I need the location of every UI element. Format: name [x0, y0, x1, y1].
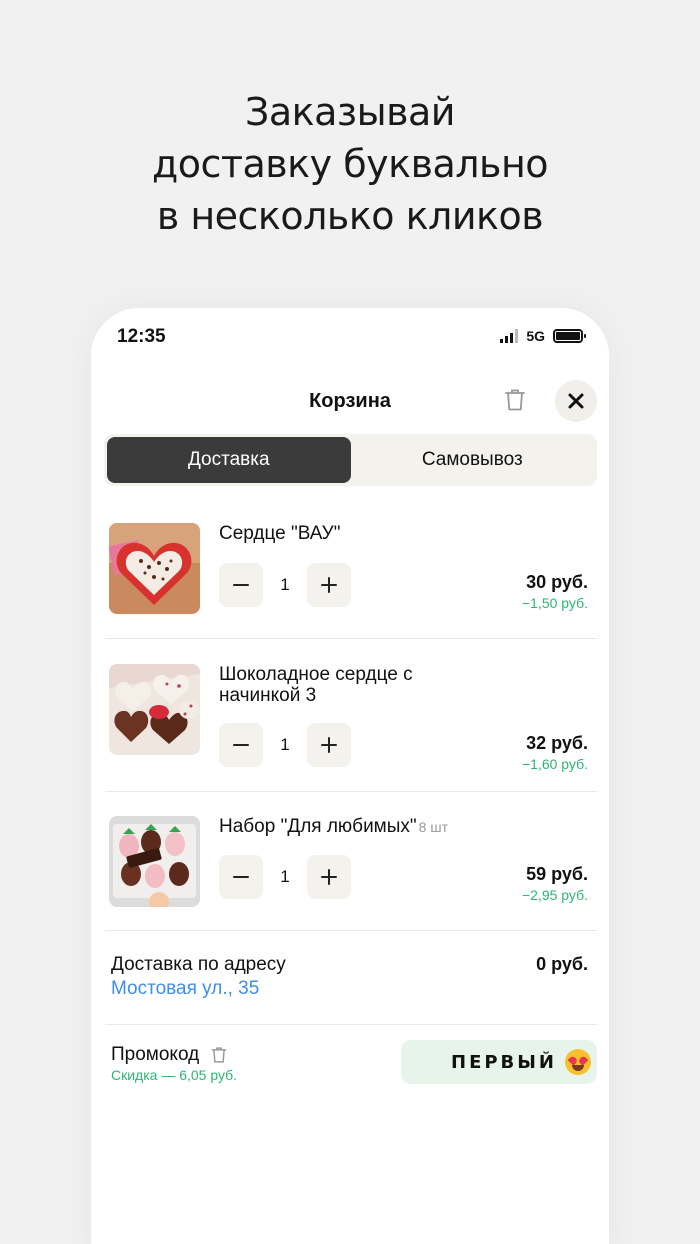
quantity-value: 1 — [280, 735, 290, 754]
pack-size: 8 шт — [418, 819, 448, 835]
status-time: 12:35 — [117, 326, 166, 347]
page-title: Корзина — [309, 390, 391, 412]
item-discount: −1,60 руб. — [521, 756, 588, 772]
decrease-button[interactable] — [219, 563, 263, 607]
item-price: 32 руб. — [526, 733, 588, 753]
decrease-button[interactable] — [219, 855, 263, 899]
increase-button[interactable] — [307, 855, 351, 899]
item-price: 30 руб. — [526, 572, 588, 592]
delivery-label: Доставка по адресу — [111, 954, 286, 975]
minus-icon — [233, 744, 249, 746]
close-button[interactable] — [555, 380, 597, 422]
price-block: 59 руб. −2,95 руб. — [522, 864, 588, 903]
tab-delivery[interactable]: Доставка — [107, 437, 351, 483]
increase-button[interactable] — [307, 563, 351, 607]
product-name: Шоколадное сердце с начинкой 3 — [219, 664, 413, 706]
trash-icon — [505, 389, 525, 411]
network-type: 5G — [526, 328, 545, 344]
cart-item: Шоколадное сердце с начинкой 3 1 32 руб.… — [109, 664, 598, 772]
promo-label-group: Промокод — [111, 1044, 227, 1066]
divider — [105, 791, 597, 792]
price-block: 30 руб. −1,50 руб. — [522, 572, 588, 611]
product-name: Набор "Для любимых" 8 шт — [219, 816, 448, 837]
promo-code: ПЕРВЫЙ — [451, 1051, 557, 1073]
increase-button[interactable] — [307, 723, 351, 767]
status-bar: 12:35 5G — [117, 326, 586, 350]
product-name: Сердце "ВАУ" — [219, 523, 341, 544]
clear-cart-button[interactable] — [499, 384, 531, 416]
minus-icon — [233, 876, 249, 878]
promo-row: Промокод Скидка — 6,05 руб. ПЕРВЫЙ — [111, 1040, 597, 1086]
phone-screen: 12:35 5G Корзина Доставка Самовывоз Серд… — [91, 308, 609, 1244]
item-discount: −1,50 руб. — [521, 595, 588, 611]
close-icon — [568, 393, 584, 409]
status-icons: 5G — [500, 328, 586, 344]
quantity-value: 1 — [280, 867, 290, 886]
battery-icon — [553, 329, 586, 343]
headline-line-3: в несколько кликов — [156, 194, 544, 238]
plus-icon — [321, 577, 337, 593]
item-discount: −2,95 руб. — [521, 887, 588, 903]
cart-item: Сердце "ВАУ" 1 30 руб. −1,50 руб. — [109, 523, 598, 615]
product-image — [109, 664, 200, 755]
delivery-row: Доставка по адресу Мостовая ул., 35 0 ру… — [111, 954, 588, 1000]
item-price: 59 руб. — [526, 864, 588, 884]
heart-eyes-emoji-icon — [565, 1049, 591, 1075]
promo-discount: Скидка — 6,05 руб. — [111, 1067, 238, 1083]
delivery-amount: 0 руб. — [536, 954, 588, 974]
cart-item: Набор "Для любимых" 8 шт 1 59 руб. −2,95 … — [109, 816, 598, 908]
divider — [105, 930, 597, 931]
quantity-value: 1 — [280, 575, 290, 594]
tab-pickup[interactable]: Самовывоз — [351, 437, 595, 483]
delivery-address-link[interactable]: Мостовая ул., 35 — [111, 978, 588, 1000]
quantity-stepper: 1 — [219, 723, 351, 767]
delivery-mode-tabs: Доставка Самовывоз — [104, 434, 597, 486]
price-block: 32 руб. −1,60 руб. — [522, 733, 588, 772]
quantity-stepper: 1 — [219, 855, 351, 899]
promo-label: Промокод — [111, 1044, 200, 1065]
headline: Заказывай доставку буквально в несколько… — [0, 86, 700, 242]
signal-icon — [500, 329, 519, 343]
product-image — [109, 816, 200, 907]
promo-code-badge[interactable]: ПЕРВЫЙ — [401, 1040, 597, 1084]
minus-icon — [233, 584, 249, 586]
divider — [105, 638, 597, 639]
plus-icon — [321, 869, 337, 885]
decrease-button[interactable] — [219, 723, 263, 767]
product-image — [109, 523, 200, 614]
headline-line-2: доставку буквально — [151, 142, 549, 186]
quantity-stepper: 1 — [219, 563, 351, 607]
plus-icon — [321, 737, 337, 753]
cart-header: Корзина — [91, 378, 609, 424]
headline-line-1: Заказывай — [245, 90, 455, 134]
trash-icon[interactable] — [211, 1046, 227, 1064]
divider — [105, 1024, 597, 1025]
